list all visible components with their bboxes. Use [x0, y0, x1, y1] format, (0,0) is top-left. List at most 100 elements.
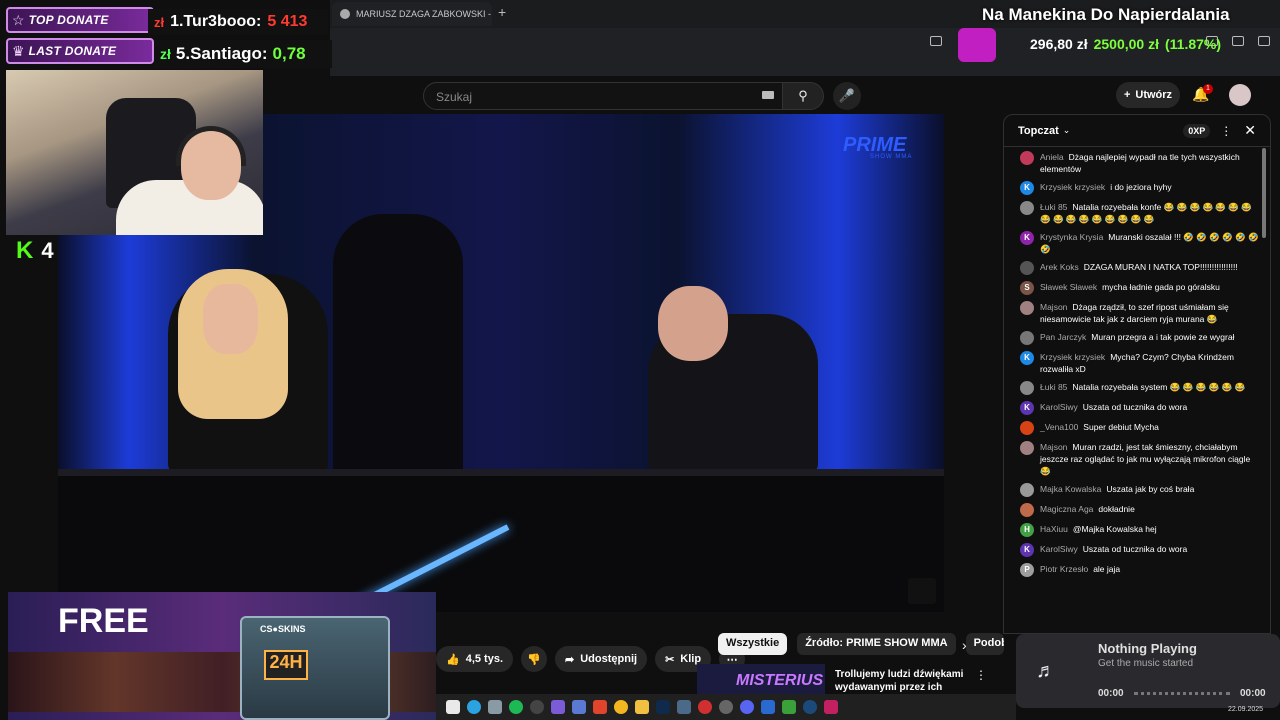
chat-message: K Krystynka Krysia Muranski oszalał !!! 🤣 …: [1020, 231, 1260, 255]
photoshop-icon[interactable]: [656, 700, 670, 714]
keyboard-icon[interactable]: [762, 91, 774, 99]
chat-avatar[interactable]: K: [1020, 351, 1034, 365]
top-donor-amount: 5 413: [267, 13, 308, 30]
chat-avatar[interactable]: [1020, 483, 1034, 497]
chat-author[interactable]: Piotr Krzesło: [1040, 564, 1088, 574]
chat-author[interactable]: Krzysiek krzysiek: [1040, 352, 1105, 362]
chat-author[interactable]: KarolSiwy: [1040, 544, 1078, 554]
chip-all[interactable]: Wszystkie: [718, 633, 788, 655]
steam-icon[interactable]: [803, 700, 817, 714]
chat-author[interactable]: _Vena100: [1040, 422, 1078, 432]
minecraft-icon[interactable]: [782, 700, 796, 714]
chat-avatar[interactable]: K: [1020, 181, 1034, 195]
chat-avatar[interactable]: [1020, 503, 1034, 517]
ad-banner[interactable]: FREE CS●SKINS 24H: [8, 592, 436, 720]
telegram-icon[interactable]: [467, 700, 481, 714]
music-player-icon: ♬: [1036, 660, 1056, 682]
notification-count-badge: 1: [1203, 84, 1213, 94]
live-chat: Topczat ⌄ 0XP ⋮ ✕ Aniela Dżaga najlepiej …: [1003, 114, 1271, 634]
store-icon[interactable]: [761, 700, 775, 714]
kick-logo-icon: K: [16, 237, 34, 264]
brave-icon[interactable]: [593, 700, 607, 714]
chat-author[interactable]: Arek Koks: [1040, 262, 1079, 272]
chat-text: i do jeziora hyhy: [1110, 182, 1172, 192]
chat-author[interactable]: Krystynka Krysia: [1040, 232, 1103, 242]
chat-author[interactable]: Magiczna Aga: [1040, 504, 1093, 514]
x-app-icon[interactable]: [572, 700, 586, 714]
star-icon: ☆: [12, 11, 25, 28]
clock-icon[interactable]: [719, 700, 733, 714]
chat-avatar[interactable]: [1020, 381, 1034, 395]
chat-mode-selector[interactable]: Topczat: [1018, 125, 1059, 137]
search-input[interactable]: Szukaj: [423, 82, 788, 110]
chat-author[interactable]: Majka Kowalska: [1040, 484, 1101, 494]
davinci-icon[interactable]: [677, 700, 691, 714]
obsidian-icon[interactable]: [551, 700, 565, 714]
chat-avatar[interactable]: H: [1020, 523, 1034, 537]
chat-author[interactable]: Aniela: [1040, 152, 1064, 162]
chat-author[interactable]: Łuki 85: [1040, 382, 1067, 392]
chat-avatar[interactable]: K: [1020, 231, 1034, 245]
discord-icon[interactable]: [740, 700, 754, 714]
window-icon[interactable]: [1258, 36, 1270, 46]
chevron-down-icon[interactable]: ⌄: [1063, 125, 1071, 136]
chat-author[interactable]: Sławek Sławek: [1040, 282, 1097, 292]
kebab-menu-icon[interactable]: ⋮: [1220, 124, 1232, 138]
chip-similar[interactable]: Podob: [965, 633, 1004, 655]
spotify-icon[interactable]: [509, 700, 523, 714]
xp-badge[interactable]: 0XP: [1183, 123, 1211, 138]
folder-icon[interactable]: [635, 700, 649, 714]
chat-avatar[interactable]: K: [1020, 543, 1034, 557]
chat-avatar[interactable]: [1020, 201, 1034, 215]
like-button[interactable]: 👍 4,5 tys.: [436, 646, 514, 672]
chat-author[interactable]: HaXiuu: [1040, 524, 1068, 534]
chat-avatar[interactable]: [1020, 301, 1034, 315]
chat-avatar[interactable]: S: [1020, 281, 1034, 295]
recommended-title[interactable]: Trollujemy ludzi dźwiękami wydawanymi pr…: [835, 668, 970, 694]
share-button[interactable]: ➦ Udostępnij: [555, 646, 648, 672]
chat-message: P Piotr Krzesło ale jaja: [1020, 563, 1260, 577]
top-donor-currency: zł: [154, 14, 165, 30]
dislike-button[interactable]: 👎: [521, 646, 548, 672]
chat-avatar[interactable]: [1020, 331, 1034, 345]
chat-message-body: Aniela Dżaga najlepiej wypadł na tle tych…: [1040, 151, 1260, 175]
kebab-menu-icon[interactable]: ⋮: [975, 668, 987, 682]
chevron-right-icon[interactable]: ›: [962, 637, 967, 653]
chat-avatar[interactable]: [1020, 151, 1034, 165]
chip-source[interactable]: Źródło: PRIME SHOW MMA: [797, 633, 956, 655]
chat-scrollbar[interactable]: [1262, 148, 1266, 238]
close-icon[interactable]: ✕: [1244, 122, 1256, 139]
video-person-face: [203, 284, 258, 354]
channel-watermark-icon[interactable]: [908, 578, 936, 604]
avatar[interactable]: [1229, 84, 1251, 106]
video-brand-sub: SHOW MMA: [870, 154, 913, 160]
chat-avatar[interactable]: [1020, 421, 1034, 435]
chat-message: Majka Kowalska Uszata jak by coś brała: [1020, 483, 1260, 497]
file-explorer-icon[interactable]: [446, 700, 460, 714]
create-button[interactable]: + Utwórz: [1116, 82, 1180, 108]
chat-avatar[interactable]: P: [1020, 563, 1034, 577]
cast-icon[interactable]: [930, 36, 942, 46]
voice-search-button[interactable]: 🎤: [833, 82, 861, 110]
search-button[interactable]: ⚲: [782, 82, 824, 110]
capcut-icon[interactable]: [698, 700, 712, 714]
camera-icon[interactable]: [488, 700, 502, 714]
chat-author[interactable]: Majson: [1040, 302, 1067, 312]
chat-author[interactable]: Krzysiek krzysiek: [1040, 182, 1105, 192]
now-playing-subtitle: Get the music started: [1098, 658, 1194, 669]
browser-tab[interactable]: MARIUSZ DZAGA ZABKOWSKI - Szuk...: [332, 2, 492, 26]
chrome-icon[interactable]: [614, 700, 628, 714]
obs-icon[interactable]: [530, 700, 544, 714]
chat-avatar[interactable]: K: [1020, 401, 1034, 415]
tab-title: MARIUSZ DZAGA ZABKOWSKI - Szuk...: [356, 9, 492, 19]
app-icon[interactable]: [824, 700, 838, 714]
chat-author[interactable]: KarolSiwy: [1040, 402, 1078, 412]
now-playing-progress[interactable]: [1134, 692, 1230, 695]
chat-author[interactable]: Majson: [1040, 442, 1067, 452]
chat-avatar[interactable]: [1020, 261, 1034, 275]
chat-author[interactable]: Łuki 85: [1040, 202, 1067, 212]
sidebar-icon[interactable]: [1232, 36, 1244, 46]
chat-avatar[interactable]: [1020, 441, 1034, 455]
new-tab-button[interactable]: +: [498, 4, 506, 20]
chat-author[interactable]: Pan Jarczyk: [1040, 332, 1086, 342]
